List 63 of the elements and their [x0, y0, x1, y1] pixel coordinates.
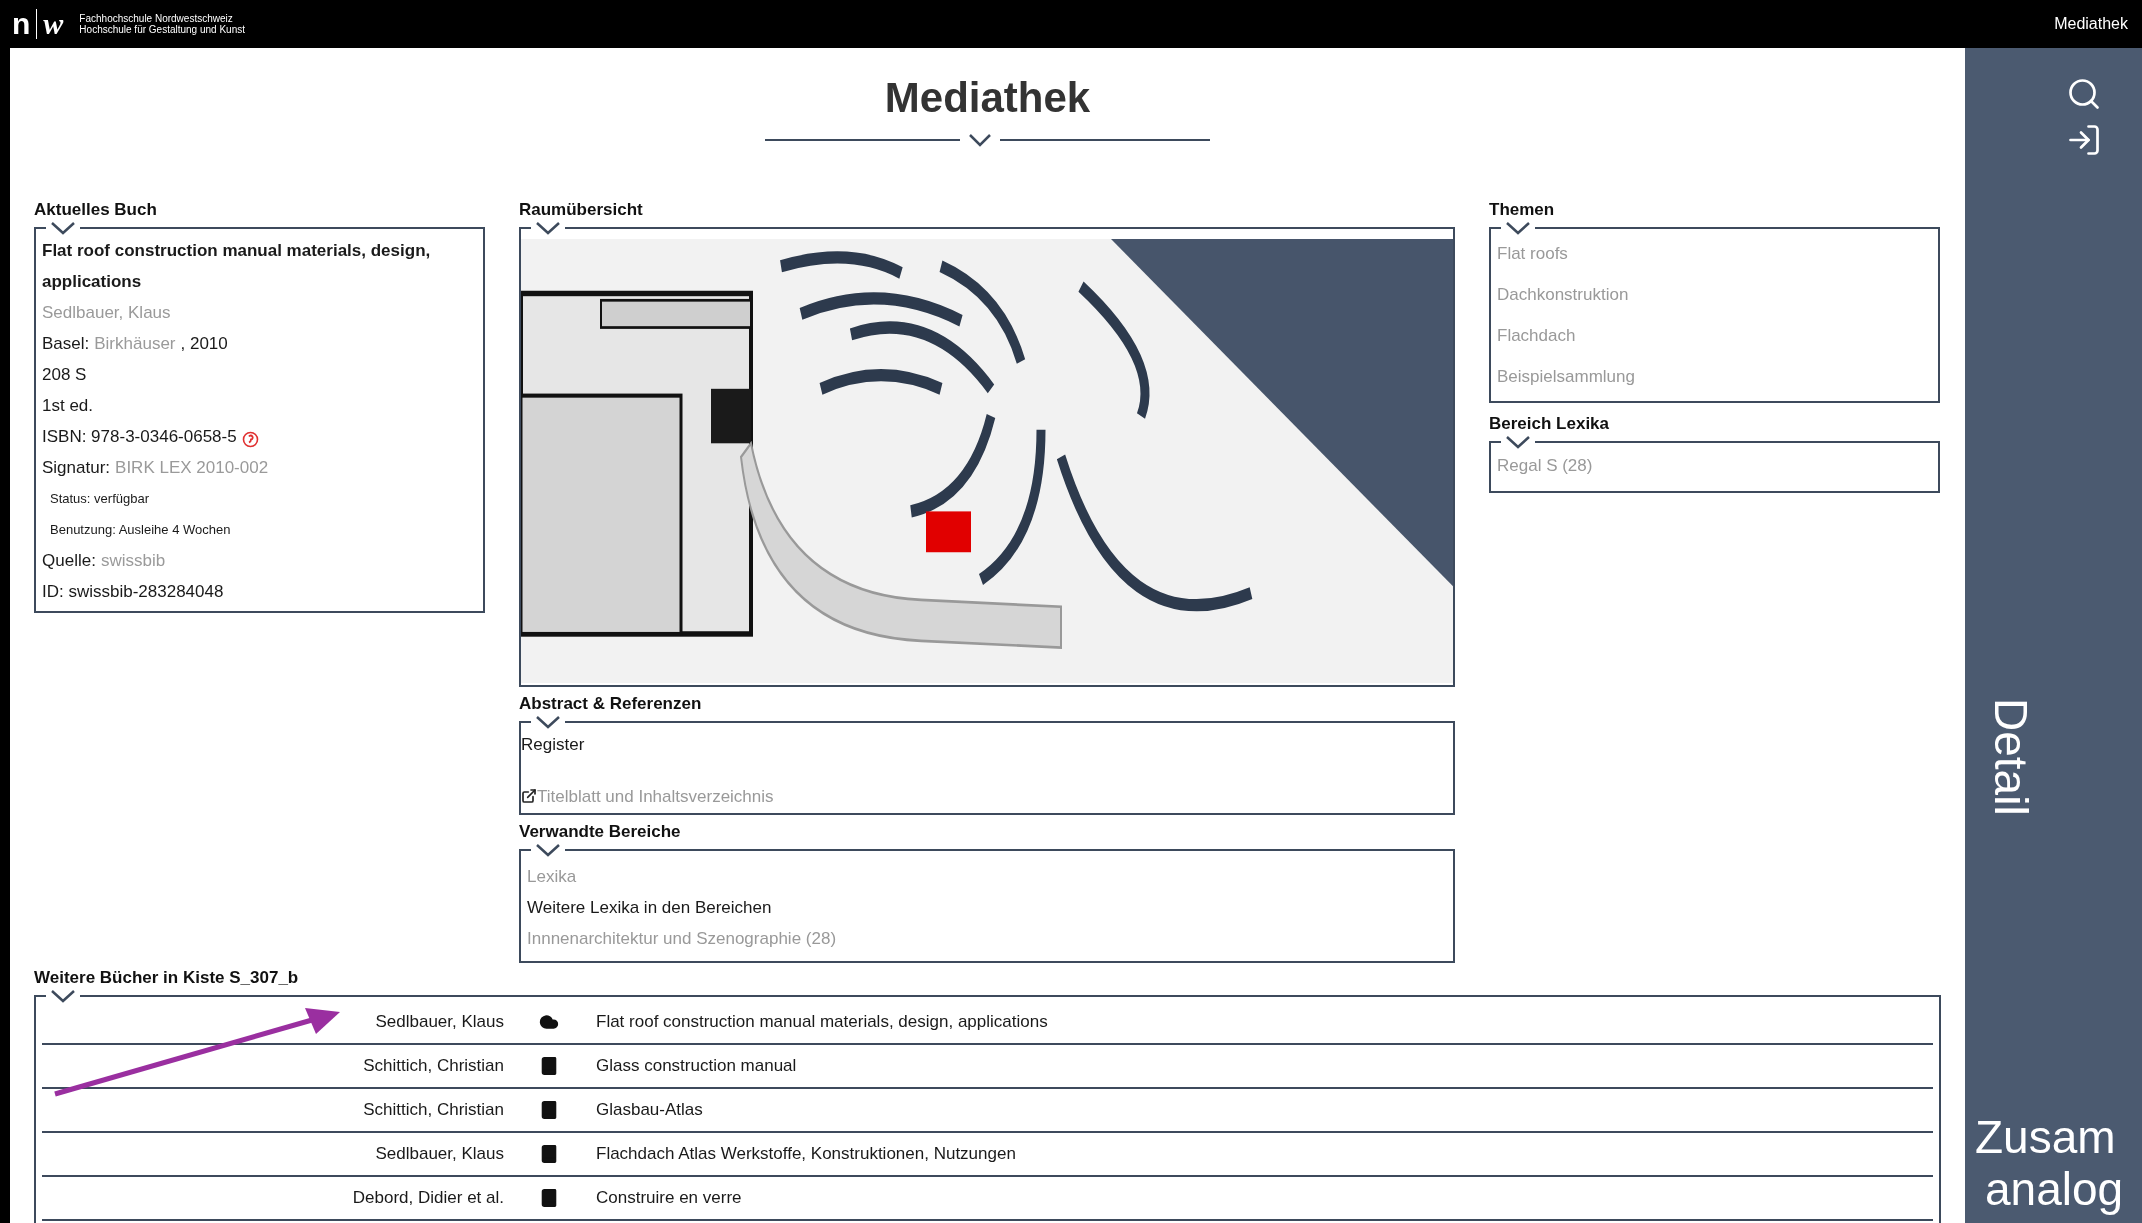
section-heading: Aktuelles Buch	[34, 199, 157, 221]
book-title-text: Flachdach Atlas Werkstoffe, Konstruktionen, Nutzungen	[596, 1143, 1016, 1166]
book-icon	[539, 1188, 559, 1208]
book-title-text: Glasbau-Atlas	[596, 1099, 703, 1122]
author-text: Sedlbauer, Klaus	[374, 1011, 504, 1034]
external-link-icon	[521, 788, 537, 805]
school-name: Hochschule für Gestaltung und Kunst	[79, 24, 245, 35]
area-link[interactable]: Lexika	[527, 861, 577, 892]
book-row[interactable]: Sedlbauer, Klaus Flachdach Atlas Werkstoffe, Konstruktionen, Nutzungen	[42, 1133, 1933, 1177]
document-link[interactable]: Titelblatt und Inhaltsverzeichnis	[521, 783, 774, 809]
section-heading: Abstract & Referenzen	[519, 693, 702, 715]
book-icon	[539, 1144, 559, 1164]
info-badge-icon[interactable]	[241, 431, 259, 448]
section-heading: Weitere Bücher in Kiste S_307_b	[34, 967, 299, 989]
info-text: Benutzung: Ausleihe 4 Wochen	[50, 521, 231, 539]
book-title-text: Construire en verre	[596, 1187, 742, 1210]
book-row[interactable]: Debord, Didier et al. Construire en verre	[42, 1177, 1933, 1221]
page-title: Mediathek	[884, 73, 1091, 123]
book-title-text: Glass construction manual	[596, 1055, 797, 1078]
info-text: ID: swissbib-283284048	[42, 581, 224, 603]
section-heading: Bereich Lexika	[1489, 413, 1609, 435]
cloud-icon	[539, 1012, 559, 1032]
book-title-text: Flat roof construction manual materials, design, applications	[596, 1011, 1048, 1034]
info-text: , 2010	[180, 333, 228, 355]
chevron-down-icon[interactable]	[968, 133, 992, 147]
author-text: Schittich, Christian	[362, 1055, 504, 1078]
abstract-text: Register	[521, 734, 586, 756]
topic-link[interactable]: Flachdach	[1497, 315, 1576, 356]
detail-tab[interactable]: Detail	[1985, 698, 2037, 816]
info-text: Signatur:	[42, 457, 111, 479]
book-row[interactable]: Schittich, Christian Glass construction manual	[42, 1045, 1933, 1089]
info-text: Basel:	[42, 333, 90, 355]
section-title-text: Zusam	[1975, 1111, 2117, 1163]
topic-link[interactable]: Dachkonstruktion	[1497, 274, 1629, 315]
school-logo[interactable]: n w	[12, 7, 64, 41]
info-link[interactable]: BIRK LEX 2010-002	[115, 452, 269, 483]
info-text: 208 S	[42, 364, 87, 386]
book-icon	[539, 1056, 559, 1076]
topic-link[interactable]: Beispielsammlung	[1497, 356, 1635, 397]
author-text: Sedlbauer, Klaus	[374, 1143, 504, 1166]
section-heading: Raumübersicht	[519, 199, 643, 221]
info-text: 1st ed.	[42, 395, 94, 417]
topic-link[interactable]: Flat roofs	[1497, 233, 1568, 274]
book-title: Flat roof construction manual materials, design, applications	[42, 240, 432, 293]
info-link[interactable]: Sedlbauer, Klaus	[42, 297, 171, 328]
area-text: Weitere Lexika in den Bereichen	[527, 897, 772, 919]
section-heading: Verwandte Bereiche	[519, 821, 681, 843]
info-text: Quelle:	[42, 550, 96, 572]
author-text: Schittich, Christian	[362, 1099, 504, 1122]
nav-title[interactable]: Mediathek	[2054, 12, 2130, 36]
info-link[interactable]: swissbib	[100, 545, 166, 576]
book-icon	[539, 1100, 559, 1120]
info-text: Status: verfügbar	[50, 490, 149, 508]
author-text: Debord, Didier et al.	[351, 1187, 504, 1210]
info-link[interactable]: Birkhäuser	[94, 328, 176, 359]
shelf-link[interactable]: Regal S (28)	[1497, 451, 1593, 481]
school-name: Fachhochschule Nordwestschweiz	[79, 13, 234, 24]
info-text: ISBN: 978-3-0346-0658-5	[42, 426, 237, 448]
area-link[interactable]: Innnenarchitektur und Szenographie (28)	[527, 923, 837, 954]
book-row[interactable]: Schittich, Christian Glasbau-Atlas	[42, 1089, 1933, 1133]
section-title-text: analog	[1984, 1163, 2124, 1215]
section-heading: Themen	[1489, 199, 1555, 221]
book-row[interactable]: Sedlbauer, Klaus Flat roof construction manual materials, design, applications	[42, 1001, 1933, 1045]
